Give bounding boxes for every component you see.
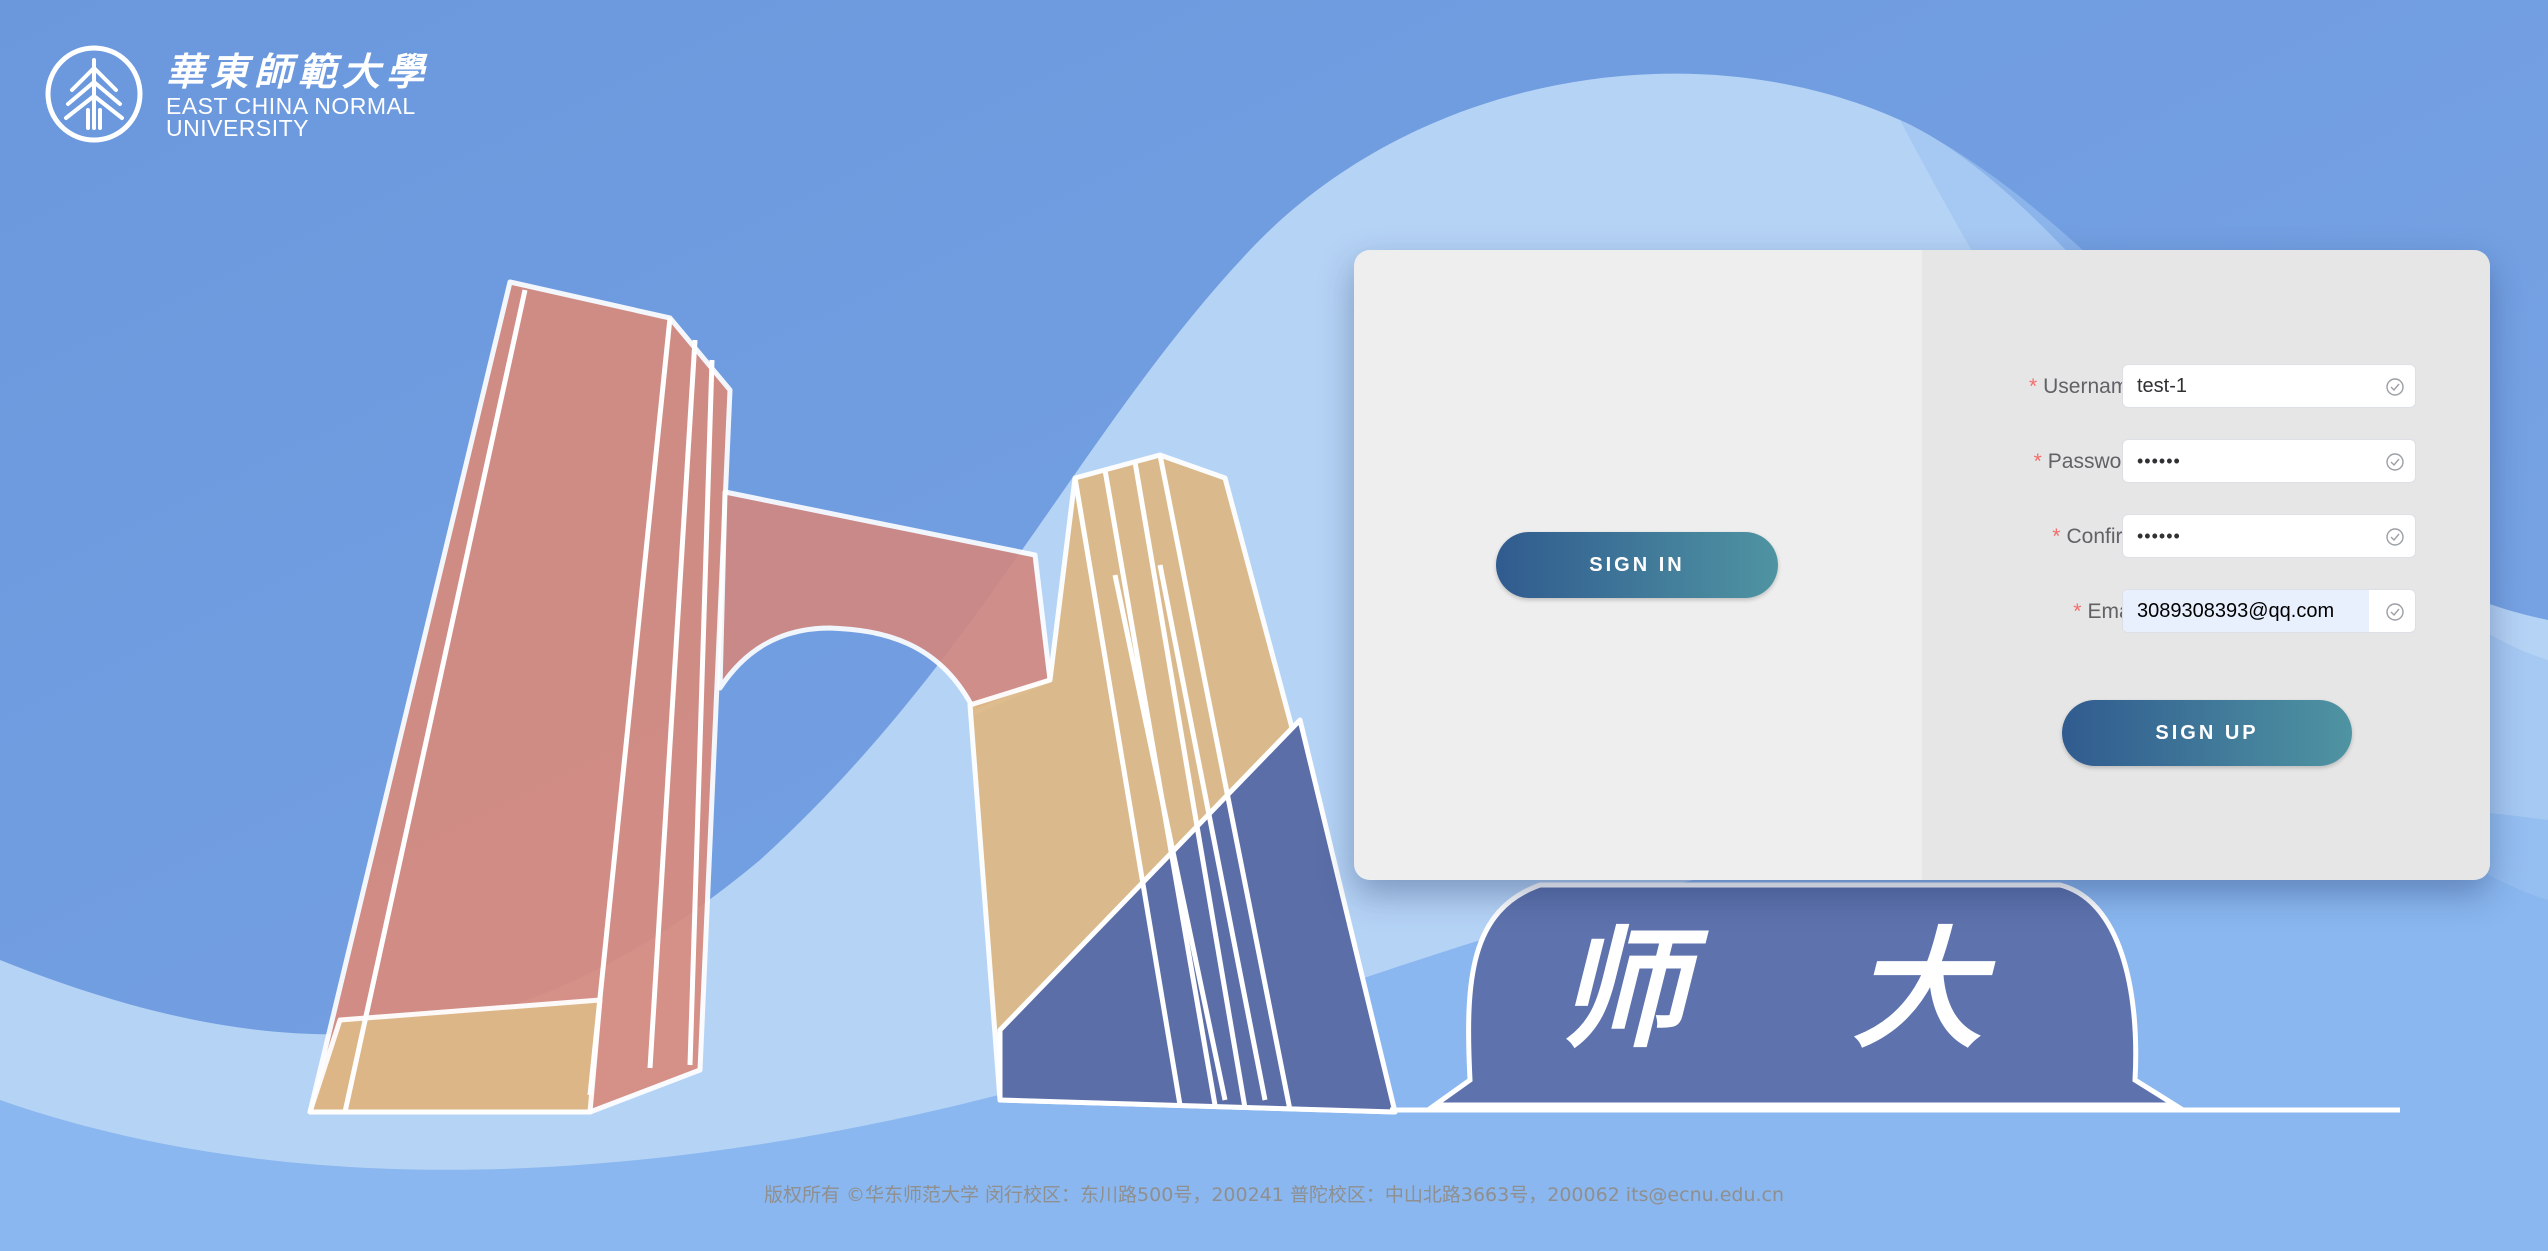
- logo-chinese-name: 華東師範大學: [166, 49, 431, 94]
- username-value: test-1: [2137, 375, 2188, 397]
- sign-in-button[interactable]: SIGN IN: [1496, 532, 1778, 598]
- signboard-text: 师 大: [1557, 913, 2042, 1066]
- university-logo: 華東師範大學 EAST CHINA NORMAL UNIVERSITY: [44, 44, 430, 144]
- logo-english-line-1: EAST CHINA NORMAL: [166, 93, 416, 119]
- email-row: * Email 3089308393@qq.com: [1922, 589, 2490, 635]
- check-circle-icon: [2386, 378, 2404, 396]
- email-value: 3089308393@qq.com: [2123, 590, 2369, 632]
- email-input[interactable]: 3089308393@qq.com: [2122, 589, 2416, 633]
- signup-panel: * Username test-1 * Password •••••• * Confi…: [1922, 250, 2490, 880]
- password-row: * Password ••••••: [1922, 439, 2490, 485]
- confirm-password-input[interactable]: ••••••: [2122, 514, 2416, 558]
- ecnu-emblem-icon: [45, 45, 143, 143]
- footer-copyright: 版权所有 ©华东师范大学 闵行校区：东川路500号，200241 普陀校区：中山…: [763, 1184, 1785, 1206]
- check-circle-icon: [2386, 453, 2404, 471]
- password-value: ••••••: [2137, 451, 2181, 471]
- sign-up-button[interactable]: SIGN UP: [2062, 700, 2352, 766]
- check-circle-icon: [2386, 528, 2404, 546]
- password-input[interactable]: ••••••: [2122, 439, 2416, 483]
- auth-card: SIGN IN * Username test-1 * Password •••••…: [1354, 250, 2490, 880]
- confirm-value: ••••••: [2137, 526, 2181, 546]
- username-row: * Username test-1: [1922, 364, 2490, 410]
- signin-panel: SIGN IN: [1354, 250, 1922, 880]
- username-input[interactable]: test-1: [2122, 364, 2416, 408]
- check-circle-icon: [2386, 603, 2404, 621]
- logo-english-line-2: UNIVERSITY: [166, 115, 310, 141]
- confirm-row: * Confirm ••••••: [1922, 514, 2490, 560]
